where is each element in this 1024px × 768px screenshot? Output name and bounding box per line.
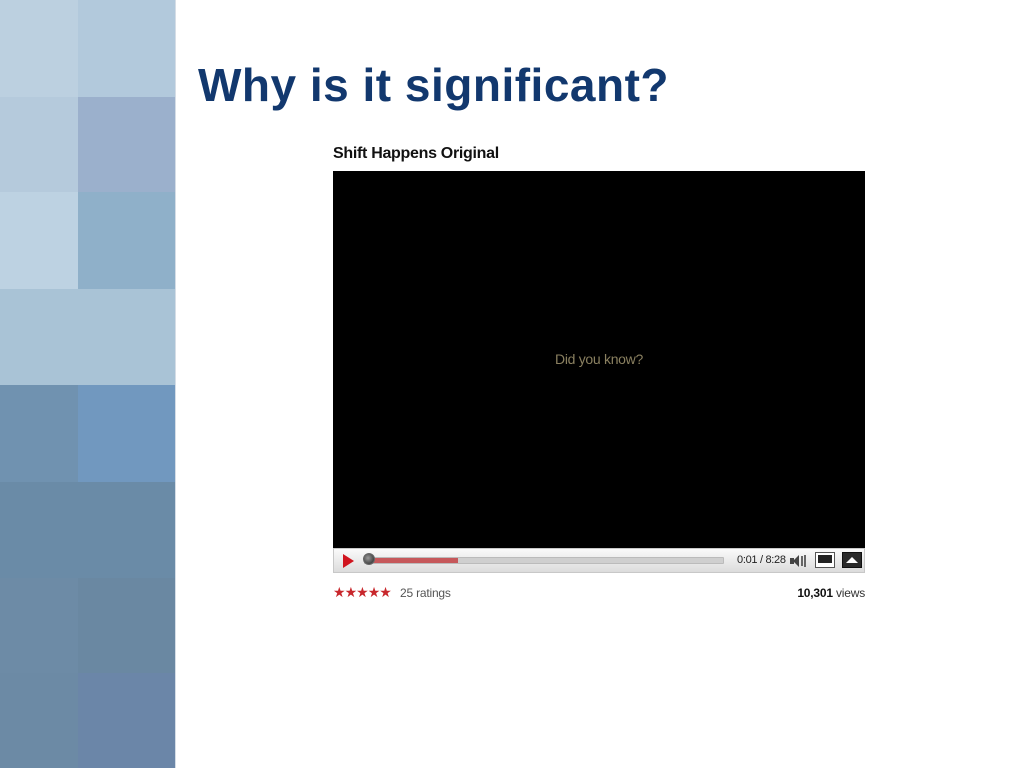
mosaic-tile bbox=[0, 673, 78, 768]
mosaic-tile bbox=[0, 385, 78, 482]
mosaic-tile bbox=[0, 289, 175, 385]
star-icon[interactable]: ★ bbox=[368, 584, 381, 600]
time-display: 0:01 / 8:28 bbox=[737, 554, 786, 566]
popout-icon bbox=[818, 555, 832, 563]
play-icon bbox=[342, 553, 354, 568]
scrub-handle[interactable] bbox=[362, 553, 375, 565]
fullscreen-icon bbox=[846, 557, 858, 563]
mosaic-tile bbox=[0, 0, 78, 97]
views-label: views bbox=[835, 586, 865, 600]
video-caption: Did you know? bbox=[555, 351, 643, 367]
mosaic-tile bbox=[0, 578, 78, 673]
video-player-screen[interactable]: Did you know? bbox=[333, 171, 865, 548]
views-count: 10,301 views bbox=[797, 586, 865, 600]
star-icon[interactable]: ★ bbox=[345, 584, 358, 600]
mosaic-tile bbox=[0, 97, 78, 192]
mosaic-tile bbox=[78, 0, 175, 97]
mosaic-tile bbox=[78, 385, 175, 482]
video-title[interactable]: Shift Happens Original bbox=[333, 145, 499, 163]
mosaic-tile bbox=[78, 192, 175, 289]
slide-title: Why is it significant? bbox=[198, 59, 670, 111]
volume-button[interactable] bbox=[789, 553, 807, 569]
fullscreen-button[interactable] bbox=[842, 552, 862, 568]
volume-icon-cone bbox=[793, 555, 799, 567]
ratings-count: 25 ratings bbox=[400, 586, 451, 600]
video-controls-bar: 0:01 / 8:28 bbox=[333, 548, 865, 573]
play-button[interactable] bbox=[338, 551, 358, 570]
views-number: 10,301 bbox=[797, 586, 833, 600]
mosaic-tile bbox=[78, 97, 175, 192]
mosaic-divider bbox=[175, 0, 176, 768]
volume-wave bbox=[801, 556, 803, 566]
star-icon[interactable]: ★ bbox=[379, 584, 392, 600]
star-icon[interactable]: ★ bbox=[356, 584, 369, 600]
star-icon[interactable]: ★ bbox=[333, 584, 346, 600]
rating-stars[interactable]: ★★★★★ bbox=[333, 584, 392, 600]
decorative-mosaic-panel bbox=[0, 0, 175, 768]
popout-button[interactable] bbox=[815, 552, 835, 568]
progress-loaded bbox=[365, 558, 459, 563]
mosaic-tile bbox=[0, 192, 78, 289]
mosaic-tile bbox=[78, 578, 175, 673]
mosaic-tile bbox=[78, 673, 175, 768]
progress-track[interactable] bbox=[364, 557, 724, 564]
volume-wave bbox=[804, 555, 806, 567]
mosaic-tile bbox=[0, 482, 175, 578]
